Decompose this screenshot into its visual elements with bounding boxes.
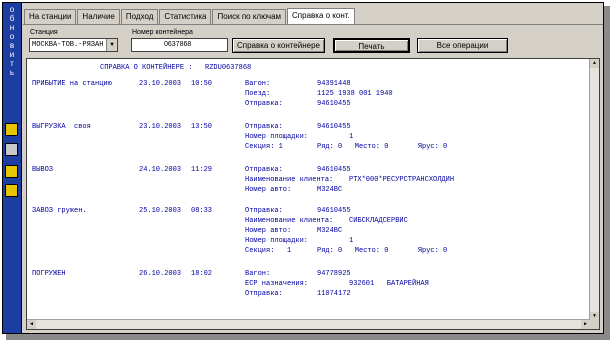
detail-label: Номер авто:: [245, 227, 292, 235]
event-date: 24.10.2003: [139, 166, 182, 174]
detail-value: 11074172: [317, 290, 351, 298]
detail-label: Наименование клиента:: [245, 217, 334, 225]
detail-label: Отправка:: [245, 207, 283, 215]
detail-value: 1: [349, 237, 354, 245]
tab-bar: На станции Наличие Подход Статистика Пои…: [24, 8, 356, 25]
tab-container-info[interactable]: Справка о конт.: [287, 8, 355, 24]
refresh-letter: о: [9, 5, 15, 14]
refresh-letter: ь: [9, 68, 15, 77]
station-label: Станция: [30, 29, 58, 36]
detail-label: Отправка:: [245, 123, 283, 131]
detail-label: Секция: 1: [245, 143, 283, 151]
detail-label: Номер площадки:: [245, 237, 309, 245]
refresh-letter: б: [9, 14, 15, 23]
detail-label: Поезд:: [245, 90, 271, 98]
detail-label: Вагон:: [245, 80, 271, 88]
pencil-icon[interactable]: [5, 123, 18, 136]
app-window: обновить На станции Наличие Подход Стати…: [2, 2, 604, 334]
scroll-right-icon[interactable]: ▶: [581, 320, 590, 329]
detail-value: 94610455: [317, 166, 351, 174]
refresh-vertical-label[interactable]: обновить: [6, 5, 18, 77]
tab-approach[interactable]: Подход: [120, 9, 159, 25]
container-number-label: Номер контейнера: [132, 29, 193, 36]
edit-disabled-icon: [5, 143, 18, 156]
detail-label: Номер авто:: [245, 186, 292, 194]
report-text-area[interactable]: СПРАВКА О КОНТЕЙНЕРЕ : RZDU0637868 ПРИБЫ…: [26, 58, 600, 330]
container-number-input[interactable]: 0637868: [131, 38, 228, 52]
refresh-letter: о: [9, 32, 15, 41]
chevron-down-icon[interactable]: ▼: [106, 39, 117, 51]
refresh-sidebar[interactable]: обновить: [3, 3, 22, 333]
event-time: 10:50: [191, 80, 213, 88]
detail-label: ЕСР назначения:: [245, 280, 309, 288]
event-operation: ВЫВОЗ: [32, 166, 54, 174]
event-time: 18:02: [191, 270, 213, 278]
window-icon[interactable]: [5, 165, 18, 178]
event-operation: ПРИБЫТИЕ на станцию: [32, 80, 112, 88]
refresh-letter: в: [9, 41, 15, 50]
key-icon[interactable]: [5, 184, 18, 197]
detail-label: Секция: 1: [245, 247, 292, 255]
detail-label: Вагон:: [245, 270, 271, 278]
detail-label: Отправка:: [245, 290, 283, 298]
event-time: 13:50: [191, 123, 213, 131]
report-header: СПРАВКА О КОНТЕЙНЕРЕ : RZDU0637868: [100, 64, 252, 72]
detail-value: 1: [349, 133, 354, 141]
detail-value: 94610455: [317, 100, 351, 108]
station-select[interactable]: МОСКВА-ТОВ.-РЯЗАН ▼: [29, 38, 118, 52]
station-value: МОСКВА-ТОВ.-РЯЗАН: [32, 41, 104, 49]
event-time: 08:33: [191, 207, 213, 215]
event-date: 26.10.2003: [139, 270, 182, 278]
detail-value: М324ВС: [317, 186, 343, 194]
event-date: 23.10.2003: [139, 80, 182, 88]
detail-value: 1125 1938 001 1940: [317, 90, 393, 98]
refresh-letter: и: [9, 50, 15, 59]
horizontal-scrollbar[interactable]: ◀ ▶: [27, 319, 590, 329]
detail-label: Отправка:: [245, 100, 283, 108]
detail-value: М324ВС: [317, 227, 343, 235]
scroll-left-icon[interactable]: ◀: [27, 320, 36, 329]
detail-value: РТХ*000*РЕСУРСТРАНСХОЛДИН: [349, 176, 455, 184]
event-operation: ВЫГРУЗКА своя: [32, 123, 91, 131]
tab-at-station[interactable]: На станции: [24, 9, 77, 25]
vertical-scrollbar[interactable]: ▲ ▼: [589, 59, 599, 321]
detail-value: 94610455: [317, 207, 351, 215]
tab-statistics[interactable]: Статистика: [159, 9, 212, 25]
refresh-letter: н: [9, 23, 15, 32]
detail-value: 94610455: [317, 123, 351, 131]
event-operation: ПОГРУЖЕН: [32, 270, 66, 278]
detail-value: 94778925: [317, 270, 351, 278]
detail-label: Отправка:: [245, 166, 283, 174]
refresh-letter: т: [10, 59, 14, 68]
detail-value: СИБСКЛАДСЕРВИС: [349, 217, 408, 225]
detail-value: Ряд: 0 Место: 0 Ярус: 0: [317, 143, 448, 151]
detail-label: Номер площадки:: [245, 133, 309, 141]
print-button[interactable]: Печать: [333, 38, 410, 53]
event-operation: ЗАВОЗ гружен.: [32, 207, 87, 215]
event-date: 23.10.2003: [139, 123, 182, 131]
event-time: 11:29: [191, 166, 213, 174]
container-info-button[interactable]: Справка о контейнере: [232, 38, 325, 53]
event-date: 25.10.2003: [139, 207, 182, 215]
scroll-up-icon[interactable]: ▲: [590, 59, 599, 68]
tab-presence[interactable]: Наличие: [77, 9, 120, 25]
detail-label: Наименование клиента:: [245, 176, 334, 184]
tab-key-search[interactable]: Поиск по ключам: [212, 9, 287, 25]
all-operations-button[interactable]: Все операции: [417, 38, 508, 53]
detail-value: 932601 БАТАРЕЙНАЯ: [349, 280, 429, 288]
detail-value: Ряд: 0 Место: 0 Ярус: 0: [317, 247, 448, 255]
detail-value: 94391448: [317, 80, 351, 88]
